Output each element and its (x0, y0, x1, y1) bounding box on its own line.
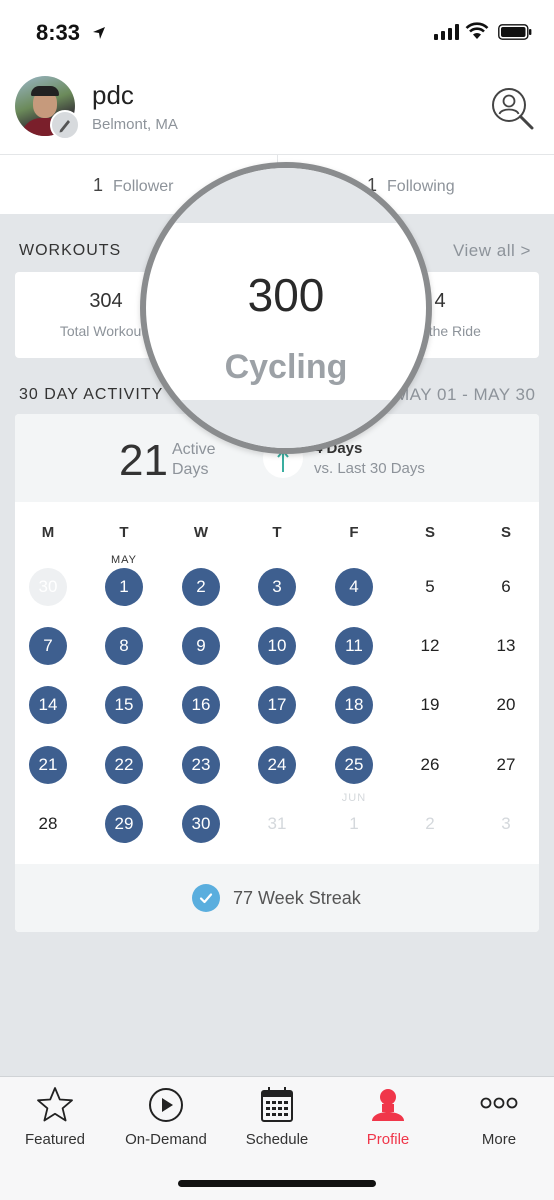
tab-more[interactable]: More (444, 1085, 554, 1148)
calendar-day: 17 (258, 686, 296, 724)
magnifier-background-top (146, 168, 426, 223)
weekday-header: S (424, 524, 435, 541)
user-location: Belmont, MA (92, 116, 178, 133)
calendar-day: 29 (105, 805, 143, 843)
tab-featured[interactable]: Featured (0, 1085, 110, 1148)
delta-label: vs. Last 30 Days (314, 460, 425, 477)
calendar-icon (261, 1087, 293, 1122)
weekday-header: W (193, 524, 209, 541)
tab-label: Featured (24, 1131, 86, 1148)
calendar-day: 12 (420, 636, 440, 655)
month-label: MAY (110, 554, 138, 566)
star-icon (37, 1087, 73, 1122)
calendar-day: 1 (105, 568, 143, 606)
calendar-day: 13 (496, 636, 516, 655)
active-days-label-line: Days (172, 461, 209, 478)
calendar-day: 19 (420, 695, 440, 714)
location-arrow-icon (93, 27, 105, 39)
tab-on-demand[interactable]: On-Demand (111, 1085, 221, 1148)
play-icon (149, 1088, 183, 1122)
calendar-day: 25 (335, 746, 373, 784)
calendar-day: 30 (182, 805, 220, 843)
workouts-title: WORKOUTS (19, 242, 122, 259)
cellular-signal-icon (434, 24, 459, 40)
calendar-day: 2 (182, 568, 220, 606)
calendar-day: 7 (29, 627, 67, 665)
calendar-day: 2 (425, 814, 435, 833)
calendar-day: 16 (182, 686, 220, 724)
magnifier-background-bottom (146, 400, 426, 448)
calendar-day: 28 (38, 814, 58, 833)
weekday-header: S (500, 524, 511, 541)
activity-title: 30 DAY ACTIVITY (19, 386, 164, 403)
calendar-day: 18 (335, 686, 373, 724)
weekday-header: F (349, 524, 359, 541)
weekday-header: M (41, 524, 55, 541)
calendar-day: 23 (182, 746, 220, 784)
calendar-day: 27 (496, 755, 516, 774)
calendar-day: 22 (105, 746, 143, 784)
calendar-day: 30 (29, 568, 67, 606)
streak-bar: 77 Week Streak (15, 864, 539, 932)
calendar-day: 20 (496, 695, 516, 714)
calendar-day: 6 (501, 577, 511, 596)
tab-label: More (481, 1131, 517, 1148)
calendar-day: 15 (105, 686, 143, 724)
home-indicator (178, 1180, 376, 1187)
activity-card: 21 Active Days 4 Days vs. Last 30 Days M… (15, 414, 539, 932)
calendar-day: 8 (105, 627, 143, 665)
status-time: 8:33 (36, 20, 81, 45)
followers-count: 1 (93, 175, 104, 195)
search-users-icon[interactable] (490, 86, 536, 132)
cycling-count: 300 (247, 269, 325, 321)
calendar-day: 4 (335, 568, 373, 606)
calendar-day: 10 (258, 627, 296, 665)
tab-schedule[interactable]: Schedule (222, 1085, 332, 1148)
calendar-day: 14 (29, 686, 67, 724)
calendar-day: 3 (501, 814, 511, 833)
status-bar: 8:33 (0, 0, 554, 66)
more-dots-icon (480, 1097, 518, 1109)
tab-label: Schedule (245, 1131, 309, 1148)
profile-header: pdc Belmont, MA (0, 66, 554, 154)
magnifier-overlay: 300 Cycling (140, 162, 432, 454)
calendar-day: 3 (258, 568, 296, 606)
view-all-link[interactable]: View all > (453, 241, 531, 261)
checkmark-icon (192, 884, 220, 912)
cycling-label: Cycling (224, 348, 348, 386)
person-icon (372, 1089, 404, 1121)
tab-label: On-Demand (125, 1131, 207, 1148)
calendar-day: 24 (258, 746, 296, 784)
username: pdc (92, 80, 134, 110)
calendar-day: 9 (182, 627, 220, 665)
avatar-cap (31, 86, 59, 96)
calendar-day: 21 (29, 746, 67, 784)
weekday-header: T (119, 524, 129, 541)
tab-label: Profile (366, 1131, 410, 1148)
weekday-header: T (272, 524, 282, 541)
pencil-icon (59, 120, 70, 133)
calendar-day: 11 (335, 627, 373, 665)
calendar-day: 5 (425, 577, 435, 596)
streak-label: 77 Week Streak (233, 888, 361, 908)
wifi-icon (465, 22, 489, 39)
calendar-day: 1 (349, 814, 359, 833)
tab-profile[interactable]: Profile (333, 1085, 443, 1148)
battery-icon (498, 24, 532, 40)
calendar-day: 31 (267, 814, 287, 833)
edit-avatar-button[interactable] (50, 110, 80, 140)
calendar-day: 26 (420, 755, 440, 774)
month-label: JUN (341, 792, 367, 804)
